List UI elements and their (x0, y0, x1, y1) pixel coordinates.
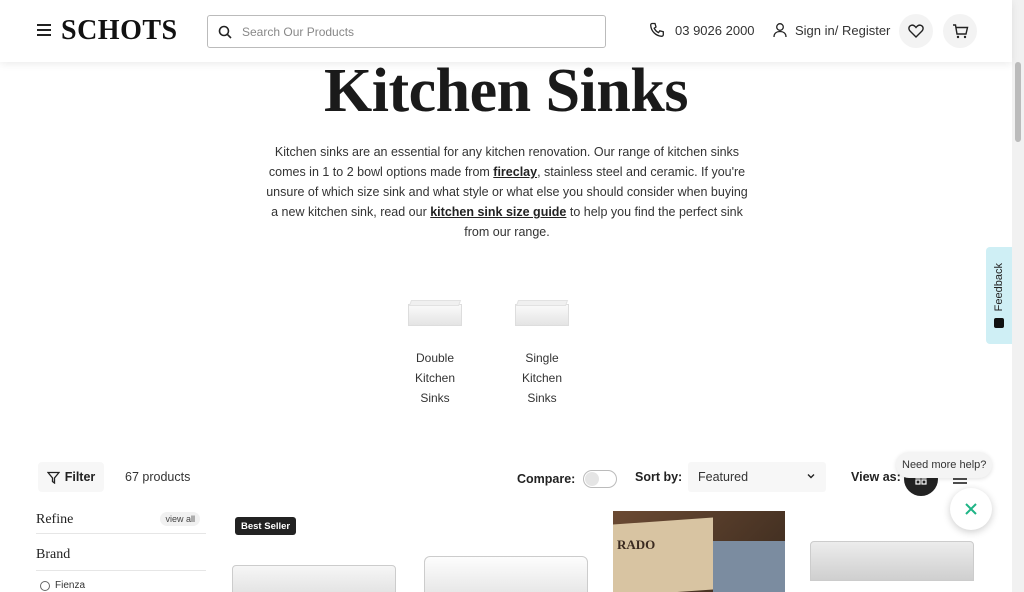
category-double-kitchen-sinks[interactable]: Double Kitchen Sinks (400, 296, 470, 408)
product-image-detail (713, 541, 785, 592)
refine-heading: Refine (36, 512, 74, 527)
filter-icon (46, 471, 60, 484)
product-image-text: RADO (617, 537, 656, 552)
heart-icon (908, 24, 924, 38)
size-guide-link[interactable]: kitchen sink size guide (430, 205, 566, 219)
page-scrollbar[interactable] (1012, 0, 1024, 592)
best-seller-badge: Best Seller (235, 517, 297, 535)
brand-radio[interactable] (40, 580, 50, 591)
scrollbar-thumb[interactable] (1015, 62, 1021, 142)
sort-select[interactable]: Featured (688, 462, 826, 492)
search-icon (218, 25, 232, 39)
help-bubble[interactable]: Need more help? (896, 452, 993, 478)
sort-label: Sort by: (635, 470, 683, 484)
site-logo[interactable]: SCHOTS (61, 15, 178, 47)
category-label: Kitchen Sinks (521, 371, 563, 405)
view-as-label: View as: (851, 470, 901, 484)
chat-close-button[interactable] (950, 488, 992, 530)
compare-label: Compare: (517, 472, 576, 486)
cart-button[interactable] (943, 14, 977, 48)
site-header: SCHOTS 03 9026 2000 Sign in/ Register (0, 0, 1012, 62)
phone-icon (650, 22, 664, 37)
search-bar[interactable] (207, 15, 606, 48)
cart-icon (952, 23, 968, 38)
compare-toggle[interactable] (583, 470, 618, 488)
sort-value: Featured (698, 470, 749, 484)
product-image (232, 565, 396, 592)
intro-text: Kitchen sinks are an essential for any k… (266, 142, 748, 242)
product-image (613, 517, 713, 592)
category-single-kitchen-sinks[interactable]: Single Kitchen Sinks (507, 296, 577, 408)
feedback-label: Feedback (993, 263, 1005, 312)
refine-section: Refine view all (36, 510, 206, 534)
product-card[interactable]: RADO (613, 511, 785, 592)
close-icon (965, 503, 977, 515)
brand-option-fienza[interactable]: Fienza (40, 580, 85, 591)
single-sink-image (513, 296, 571, 326)
category-label: Single (525, 351, 559, 365)
chevron-down-icon (807, 474, 815, 479)
compare-control: Compare: (517, 470, 618, 488)
signin-label: Sign in/ Register (795, 22, 891, 38)
product-image (810, 541, 974, 581)
brand-heading[interactable]: Brand (36, 547, 206, 571)
view-all-button[interactable]: view all (160, 512, 200, 526)
product-toolbar: Filter 67 products Compare: Sort by: Fea… (0, 458, 1012, 498)
filter-label: Filter (64, 470, 96, 484)
double-sink-image (406, 296, 464, 326)
filter-button[interactable]: Filter (38, 462, 104, 492)
product-card[interactable] (420, 511, 592, 592)
page-title: Kitchen Sinks (324, 57, 688, 125)
search-input[interactable] (242, 24, 572, 39)
user-icon (773, 23, 787, 38)
signin-link[interactable]: Sign in/ Register (772, 22, 890, 38)
category-label: Kitchen Sinks (414, 371, 456, 405)
product-card[interactable] (806, 511, 978, 592)
menu-icon[interactable] (37, 24, 51, 36)
phone-link[interactable]: 03 9026 2000 (649, 22, 755, 38)
brand-option-label: Fienza (55, 580, 86, 591)
category-label: Double (415, 351, 455, 365)
feedback-icon (994, 317, 1004, 328)
feedback-tab[interactable]: Feedback (986, 247, 1012, 344)
product-image (424, 556, 588, 592)
wishlist-button[interactable] (899, 14, 933, 48)
fireclay-link[interactable]: fireclay (493, 165, 537, 179)
phone-number: 03 9026 2000 (675, 22, 755, 38)
product-count: 67 products (125, 470, 191, 484)
category-tiles: Double Kitchen Sinks Single Kitchen Sink… (400, 296, 577, 408)
